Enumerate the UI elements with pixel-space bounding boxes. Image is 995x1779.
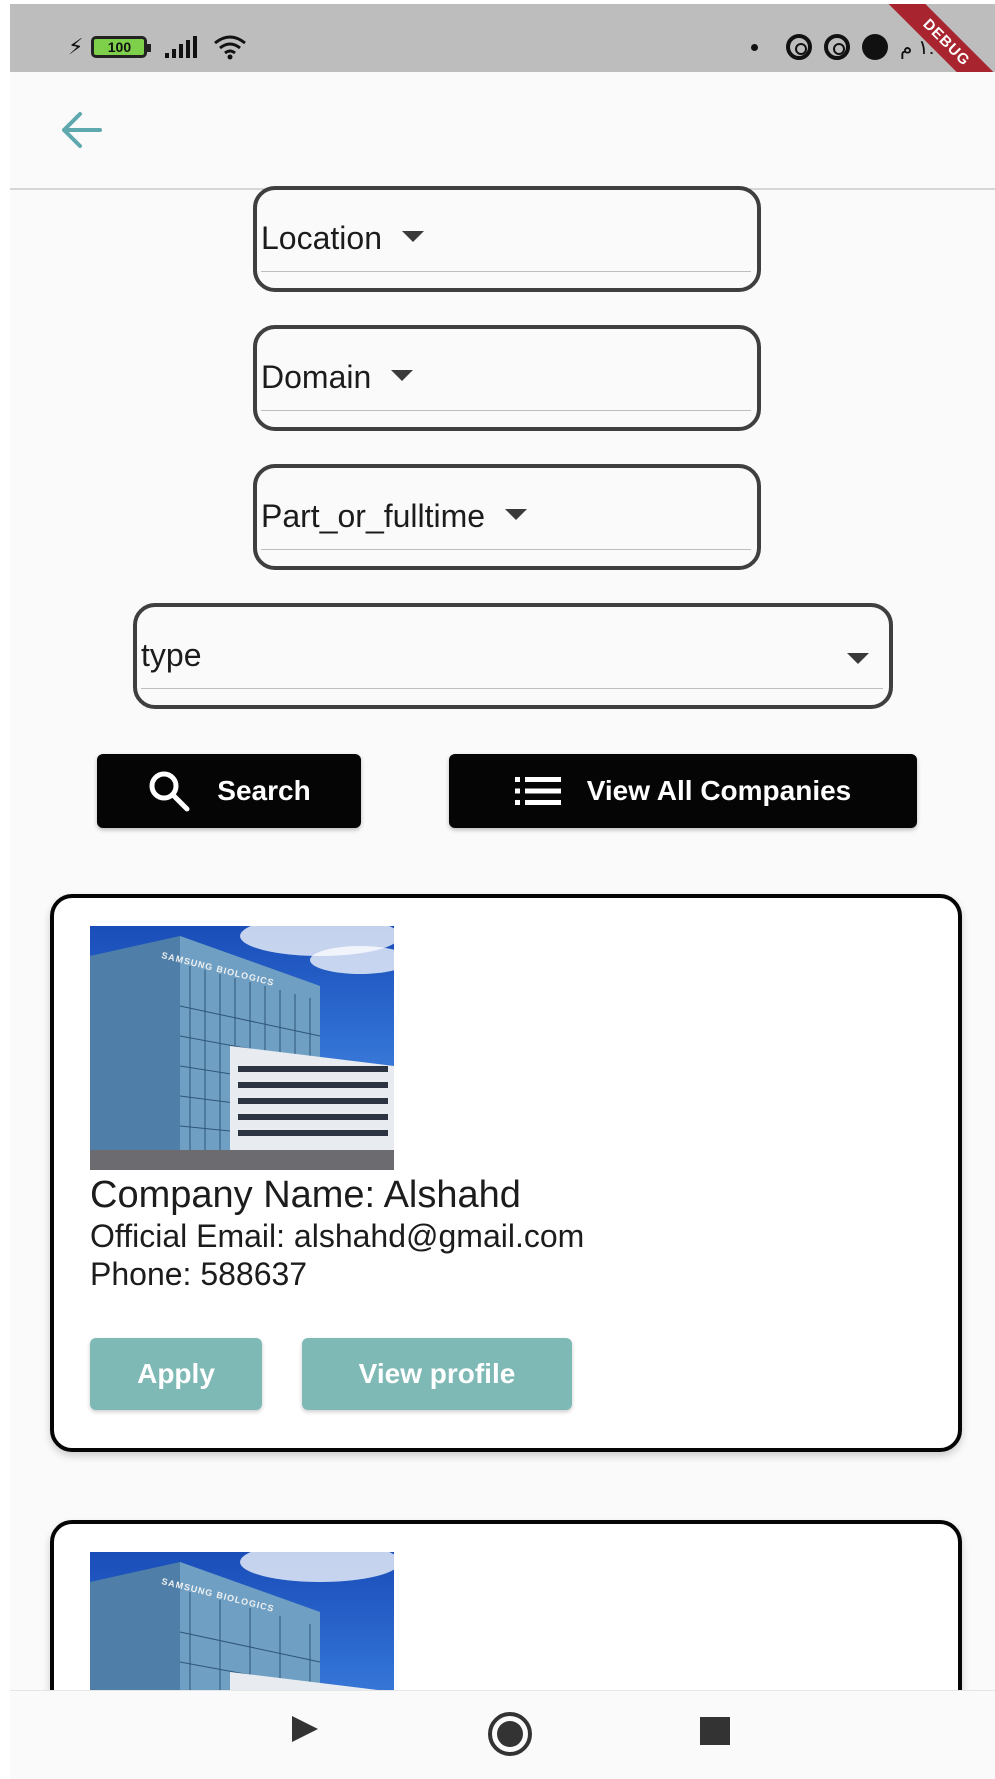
dropdown-arrow-icon — [391, 370, 414, 381]
dropdown-label-row: Part_or_fulltime — [261, 498, 528, 535]
company-card: SAMSUNG BIOLOGICS Company Name: Alshahd … — [50, 894, 962, 1452]
type-dropdown-label: type — [141, 637, 202, 673]
dropdown-arrow-icon — [401, 231, 424, 242]
domain-dropdown-label: Domain — [261, 359, 372, 395]
location-dropdown[interactable]: Location — [253, 186, 761, 292]
dropdown-underline — [261, 410, 751, 411]
dropdown-underline — [141, 688, 883, 689]
charging-icon: ⚡ — [68, 34, 84, 59]
dropdown-arrow-icon — [505, 509, 528, 520]
view-all-companies-button[interactable]: View All Companies — [449, 754, 917, 828]
app-notification-icon — [862, 34, 888, 60]
part-or-fulltime-dropdown-label: Part_or_fulltime — [261, 498, 486, 534]
system-navigation-bar — [10, 1690, 995, 1779]
nav-recents-icon[interactable] — [700, 1717, 730, 1745]
dropdown-label-row: Location — [261, 220, 424, 257]
company-photo: SAMSUNG BIOLOGICS — [90, 926, 394, 1170]
app-notification-icon — [824, 34, 850, 60]
dropdown-underline — [261, 271, 751, 272]
back-arrow-icon[interactable] — [58, 110, 104, 150]
wifi-icon — [214, 35, 247, 60]
app-screen: ⚡ 100 ١:٠ م DEBUG Lo — [10, 4, 995, 1779]
dropdown-underline — [261, 549, 751, 550]
view-all-companies-label: View All Companies — [586, 775, 852, 806]
company-name: Company Name: Alshahd — [90, 1174, 521, 1216]
status-right-group: ١:٠ م — [751, 34, 945, 60]
nav-home-icon[interactable] — [487, 1711, 533, 1757]
part-or-fulltime-dropdown[interactable]: Part_or_fulltime — [253, 464, 761, 570]
company-email: Official Email: alshahd@gmail.com — [90, 1218, 585, 1254]
battery-icon: 100 — [91, 36, 152, 58]
domain-dropdown[interactable]: Domain — [253, 325, 761, 431]
app-bar — [10, 72, 995, 190]
status-bar: ⚡ 100 ١:٠ م DEBUG — [10, 4, 995, 120]
status-left-group: ⚡ 100 — [68, 34, 247, 60]
app-notification-icon — [786, 34, 812, 60]
location-dropdown-label: Location — [261, 220, 382, 256]
view-profile-button[interactable]: View profile — [302, 1338, 572, 1410]
signal-icon — [165, 36, 198, 58]
search-button[interactable]: Search — [97, 754, 361, 828]
dropdown-arrow-icon — [847, 653, 869, 664]
search-button-label: Search — [217, 775, 311, 806]
nav-back-icon[interactable] — [289, 1713, 321, 1745]
notification-dot-icon — [751, 43, 758, 51]
type-dropdown[interactable]: type — [133, 603, 893, 709]
search-icon — [149, 771, 190, 812]
list-icon — [514, 777, 561, 805]
dropdown-label-row: Domain — [261, 359, 414, 396]
company-phone: Phone: 588637 — [90, 1256, 308, 1292]
apply-button[interactable]: Apply — [90, 1338, 262, 1410]
